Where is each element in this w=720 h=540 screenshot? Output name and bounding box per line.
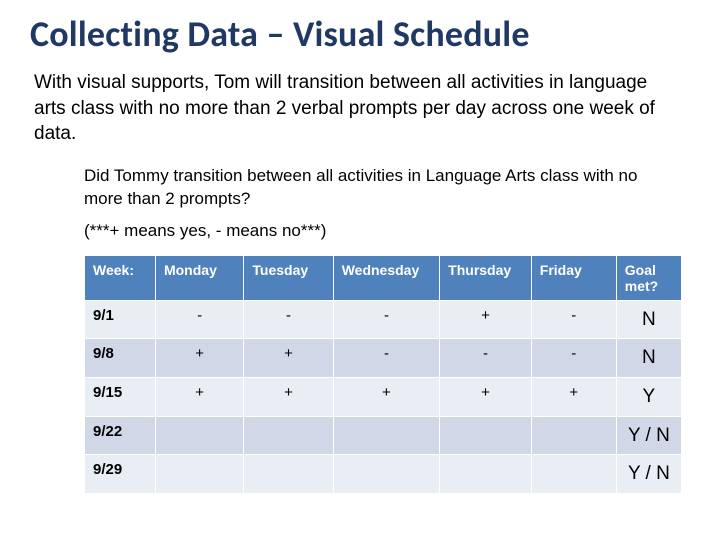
cell-value	[531, 416, 616, 455]
cell-week: 9/22	[85, 416, 156, 455]
cell-value	[440, 416, 532, 455]
goal-statement: With visual supports, Tom will transitio…	[34, 70, 674, 147]
cell-value: -	[155, 300, 243, 339]
cell-goal: N	[616, 300, 681, 339]
cell-value: +	[155, 339, 243, 378]
cell-value: -	[531, 339, 616, 378]
table-row: 9/22 Y / N	[85, 416, 682, 455]
col-header-friday: Friday	[531, 255, 616, 300]
cell-value: -	[333, 300, 439, 339]
data-question: Did Tommy transition between all activit…	[84, 165, 638, 211]
col-header-tuesday: Tuesday	[244, 255, 333, 300]
table-row: 9/8 + + - - - N	[85, 339, 682, 378]
cell-value	[440, 455, 532, 494]
table-row: 9/15 + + + + + Y	[85, 378, 682, 417]
cell-week: 9/1	[85, 300, 156, 339]
cell-value: -	[333, 339, 439, 378]
cell-goal: N	[616, 339, 681, 378]
cell-goal: Y	[616, 378, 681, 417]
col-header-goal: Goal met?	[616, 255, 681, 300]
cell-value: +	[244, 339, 333, 378]
cell-value	[333, 416, 439, 455]
cell-value: +	[440, 300, 532, 339]
cell-week: 9/29	[85, 455, 156, 494]
cell-value	[155, 416, 243, 455]
cell-value: +	[244, 378, 333, 417]
table-header-row: Week: Monday Tuesday Wednesday Thursday …	[85, 255, 682, 300]
col-header-wednesday: Wednesday	[333, 255, 439, 300]
data-table: Week: Monday Tuesday Wednesday Thursday …	[84, 255, 682, 494]
table-row: 9/29 Y / N	[85, 455, 682, 494]
cell-value: -	[531, 300, 616, 339]
col-header-thursday: Thursday	[440, 255, 532, 300]
table-row: 9/1 - - - + - N	[85, 300, 682, 339]
cell-value: +	[531, 378, 616, 417]
cell-value: +	[333, 378, 439, 417]
cell-value: +	[155, 378, 243, 417]
cell-value: -	[244, 300, 333, 339]
cell-value	[244, 455, 333, 494]
page-title: Collecting Data – Visual Schedule	[30, 12, 698, 56]
cell-value	[333, 455, 439, 494]
cell-goal: Y / N	[616, 416, 681, 455]
col-header-week: Week:	[85, 255, 156, 300]
slide: Collecting Data – Visual Schedule With v…	[0, 0, 720, 540]
col-header-monday: Monday	[155, 255, 243, 300]
legend-text: (***+ means yes, - means no***)	[84, 221, 638, 241]
cell-value	[155, 455, 243, 494]
cell-goal: Y / N	[616, 455, 681, 494]
cell-week: 9/8	[85, 339, 156, 378]
cell-value: -	[440, 339, 532, 378]
cell-value	[531, 455, 616, 494]
cell-value	[244, 416, 333, 455]
cell-week: 9/15	[85, 378, 156, 417]
cell-value: +	[440, 378, 532, 417]
